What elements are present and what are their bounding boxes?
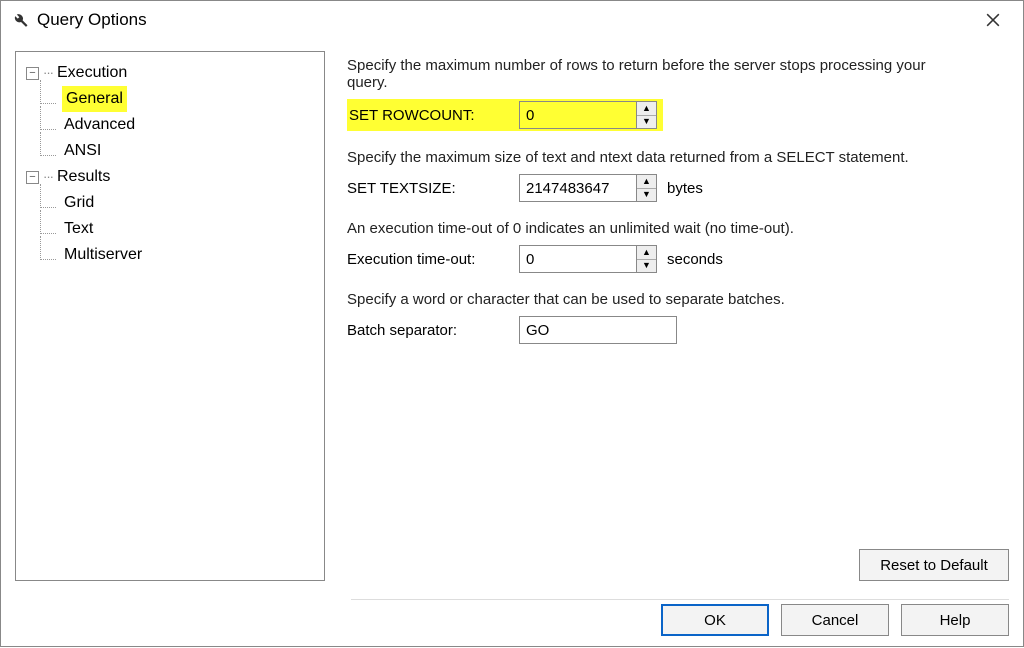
rowcount-row: SET ROWCOUNT: ▲ ▼ bbox=[347, 99, 1009, 131]
tree-node-text[interactable]: Text bbox=[22, 216, 318, 242]
tree-node-grid[interactable]: Grid bbox=[22, 190, 318, 216]
tree-node-advanced[interactable]: Advanced bbox=[22, 112, 318, 138]
textsize-description: Specify the maximum size of text and nte… bbox=[347, 149, 957, 166]
batch-description: Specify a word or character that can be … bbox=[347, 291, 957, 308]
rowcount-description: Specify the maximum number of rows to re… bbox=[347, 57, 957, 91]
dialog-footer: OK Cancel Help bbox=[661, 604, 1009, 636]
textsize-label: SET TEXTSIZE: bbox=[347, 180, 509, 197]
tree-node-results[interactable]: − ··· Results bbox=[22, 164, 318, 190]
batch-row: Batch separator: bbox=[347, 316, 1009, 344]
tree-node-ansi[interactable]: ANSI bbox=[22, 138, 318, 164]
timeout-spinbox[interactable]: ▲ ▼ bbox=[519, 245, 657, 273]
help-button[interactable]: Help bbox=[901, 604, 1009, 636]
window-title: Query Options bbox=[37, 10, 971, 30]
settings-pane: Specify the maximum number of rows to re… bbox=[347, 51, 1009, 581]
close-button[interactable] bbox=[971, 4, 1015, 36]
tree-node-multiserver[interactable]: Multiserver bbox=[22, 242, 318, 268]
timeout-unit: seconds bbox=[667, 251, 723, 268]
collapse-icon[interactable]: − bbox=[26, 67, 39, 80]
wrench-icon bbox=[11, 11, 29, 29]
spin-up-button[interactable]: ▲ bbox=[637, 175, 656, 189]
tree-node-execution[interactable]: − ··· Execution bbox=[22, 60, 318, 86]
timeout-input[interactable] bbox=[520, 246, 636, 272]
spin-down-button[interactable]: ▼ bbox=[637, 116, 656, 129]
title-bar: Query Options bbox=[1, 1, 1023, 39]
collapse-icon[interactable]: − bbox=[26, 171, 39, 184]
spin-down-button[interactable]: ▼ bbox=[637, 260, 656, 273]
spin-up-button[interactable]: ▲ bbox=[637, 246, 656, 260]
timeout-row: Execution time-out: ▲ ▼ seconds bbox=[347, 245, 1009, 273]
timeout-description: An execution time-out of 0 indicates an … bbox=[347, 220, 957, 237]
tree-node-general[interactable]: General bbox=[22, 86, 318, 112]
nav-tree[interactable]: − ··· Execution General Advanced ANSI − … bbox=[15, 51, 325, 581]
reset-to-default-button[interactable]: Reset to Default bbox=[859, 549, 1009, 581]
batch-label: Batch separator: bbox=[347, 322, 509, 339]
client-area: − ··· Execution General Advanced ANSI − … bbox=[1, 39, 1023, 648]
rowcount-label: SET ROWCOUNT: bbox=[349, 107, 511, 124]
ok-button[interactable]: OK bbox=[661, 604, 769, 636]
cancel-button[interactable]: Cancel bbox=[781, 604, 889, 636]
timeout-label: Execution time-out: bbox=[347, 251, 509, 268]
textsize-unit: bytes bbox=[667, 180, 703, 197]
textsize-input[interactable] bbox=[520, 175, 636, 201]
textsize-spinbox[interactable]: ▲ ▼ bbox=[519, 174, 657, 202]
spin-up-button[interactable]: ▲ bbox=[637, 102, 656, 116]
textsize-row: SET TEXTSIZE: ▲ ▼ bytes bbox=[347, 174, 1009, 202]
rowcount-spinbox[interactable]: ▲ ▼ bbox=[519, 101, 657, 129]
rowcount-input[interactable] bbox=[520, 102, 636, 128]
batch-separator-input[interactable] bbox=[519, 316, 677, 344]
spin-down-button[interactable]: ▼ bbox=[637, 189, 656, 202]
divider bbox=[351, 599, 1009, 600]
